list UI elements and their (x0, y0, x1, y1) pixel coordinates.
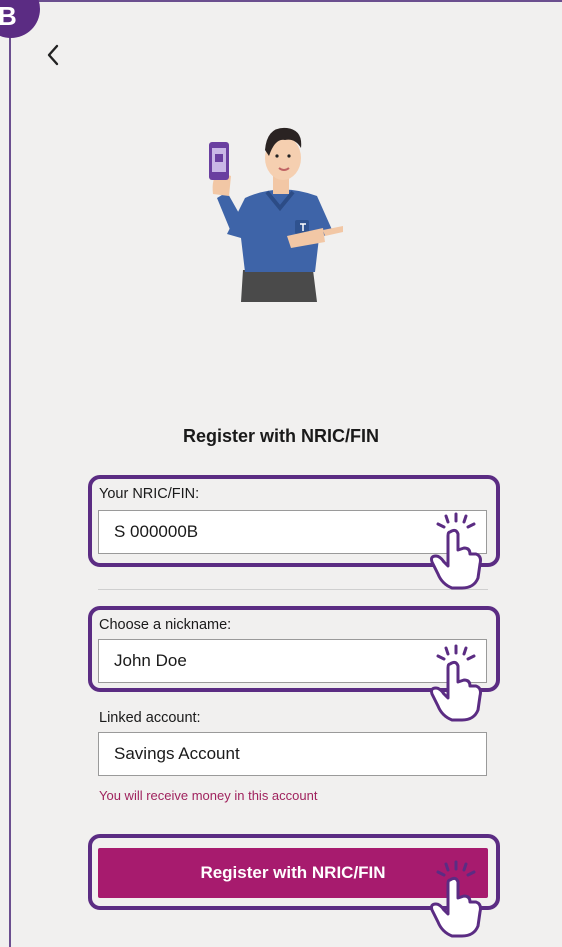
back-button[interactable] (38, 40, 68, 70)
page-title: Register with NRIC/FIN (182, 426, 379, 446)
chevron-left-icon (47, 44, 59, 66)
linked-account-select[interactable]: Savings Account (98, 732, 487, 776)
man-holding-phone-illustration (209, 127, 343, 302)
nric-label: Your NRIC/FIN: (99, 486, 200, 502)
step-badge-label: B (0, 1, 17, 31)
tap-hand-icon (430, 512, 482, 590)
tap-hand-icon (430, 644, 482, 722)
linked-account-hint: You will receive money in this account (99, 788, 318, 803)
tap-hand-icon (430, 860, 482, 938)
nickname-label: Choose a nickname: (99, 617, 232, 633)
linked-account-label: Linked account: (99, 710, 201, 726)
